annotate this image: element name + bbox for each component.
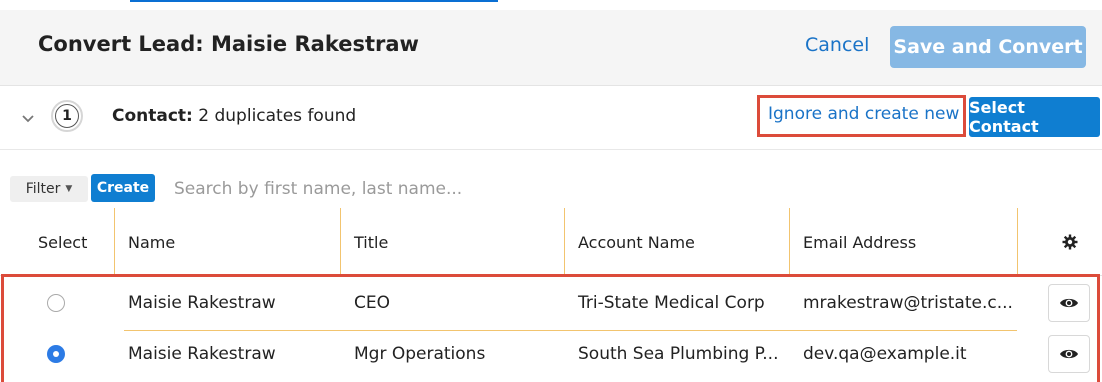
step-number: 1: [55, 104, 79, 128]
contact-duplicates-text: Contact: 2 duplicates found: [112, 106, 356, 126]
ignore-and-create-new-link[interactable]: Ignore and create new: [768, 104, 959, 124]
cancel-button[interactable]: Cancel: [805, 34, 869, 56]
rows-highlight-box: [1, 274, 1100, 382]
chevron-down-icon[interactable]: [22, 112, 34, 124]
table-header: Select Name Title Account Name Email Add…: [0, 208, 1102, 276]
create-button[interactable]: Create: [91, 174, 155, 202]
column-divider: [114, 208, 115, 276]
search-input[interactable]: [162, 174, 1102, 204]
caret-down-icon: ▼: [65, 184, 73, 194]
column-divider: [789, 208, 790, 276]
filter-button[interactable]: Filter ▼: [10, 176, 88, 202]
contact-panel-header: 1 Contact: 2 duplicates found Ignore and…: [0, 86, 1102, 150]
page-title: Convert Lead: Maisie Rakestraw: [38, 32, 419, 56]
step-indicator: 1: [51, 100, 83, 132]
convert-lead-header: Convert Lead: Maisie Rakestraw Cancel Sa…: [0, 10, 1102, 86]
gear-icon[interactable]: [1062, 234, 1078, 250]
filter-bar: Filter ▼ Create: [0, 172, 1102, 208]
column-divider: [564, 208, 565, 276]
column-header-account-name[interactable]: Account Name: [578, 208, 695, 276]
duplicates-count-text: 2 duplicates found: [198, 106, 357, 126]
top-link-underline[interactable]: [130, 0, 498, 2]
column-header-name[interactable]: Name: [128, 208, 175, 276]
filter-label: Filter: [25, 181, 61, 197]
column-header-select: Select: [38, 232, 88, 252]
column-divider: [1017, 208, 1018, 276]
top-strip: [0, 0, 1102, 10]
save-and-convert-button[interactable]: Save and Convert: [890, 26, 1086, 68]
column-header-email-address[interactable]: Email Address: [803, 208, 916, 276]
select-contact-button[interactable]: Select Contact: [969, 97, 1100, 137]
column-divider: [340, 208, 341, 276]
column-header-title[interactable]: Title: [354, 208, 388, 276]
contact-label: Contact:: [112, 106, 193, 126]
